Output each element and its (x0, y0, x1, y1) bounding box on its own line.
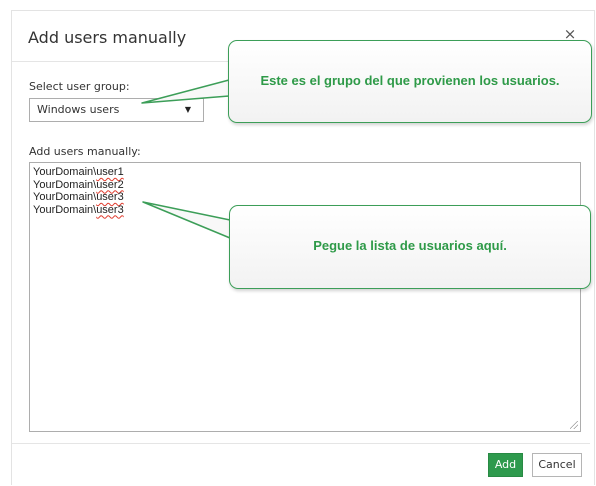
callout-pointer-paste (142, 201, 231, 239)
callout-paste-users: Pegue la lista de usuarios aquí. (229, 205, 591, 289)
callout-user-group: Este es el grupo del que provienen los u… (228, 40, 592, 123)
callout-pointer-group (141, 79, 230, 104)
